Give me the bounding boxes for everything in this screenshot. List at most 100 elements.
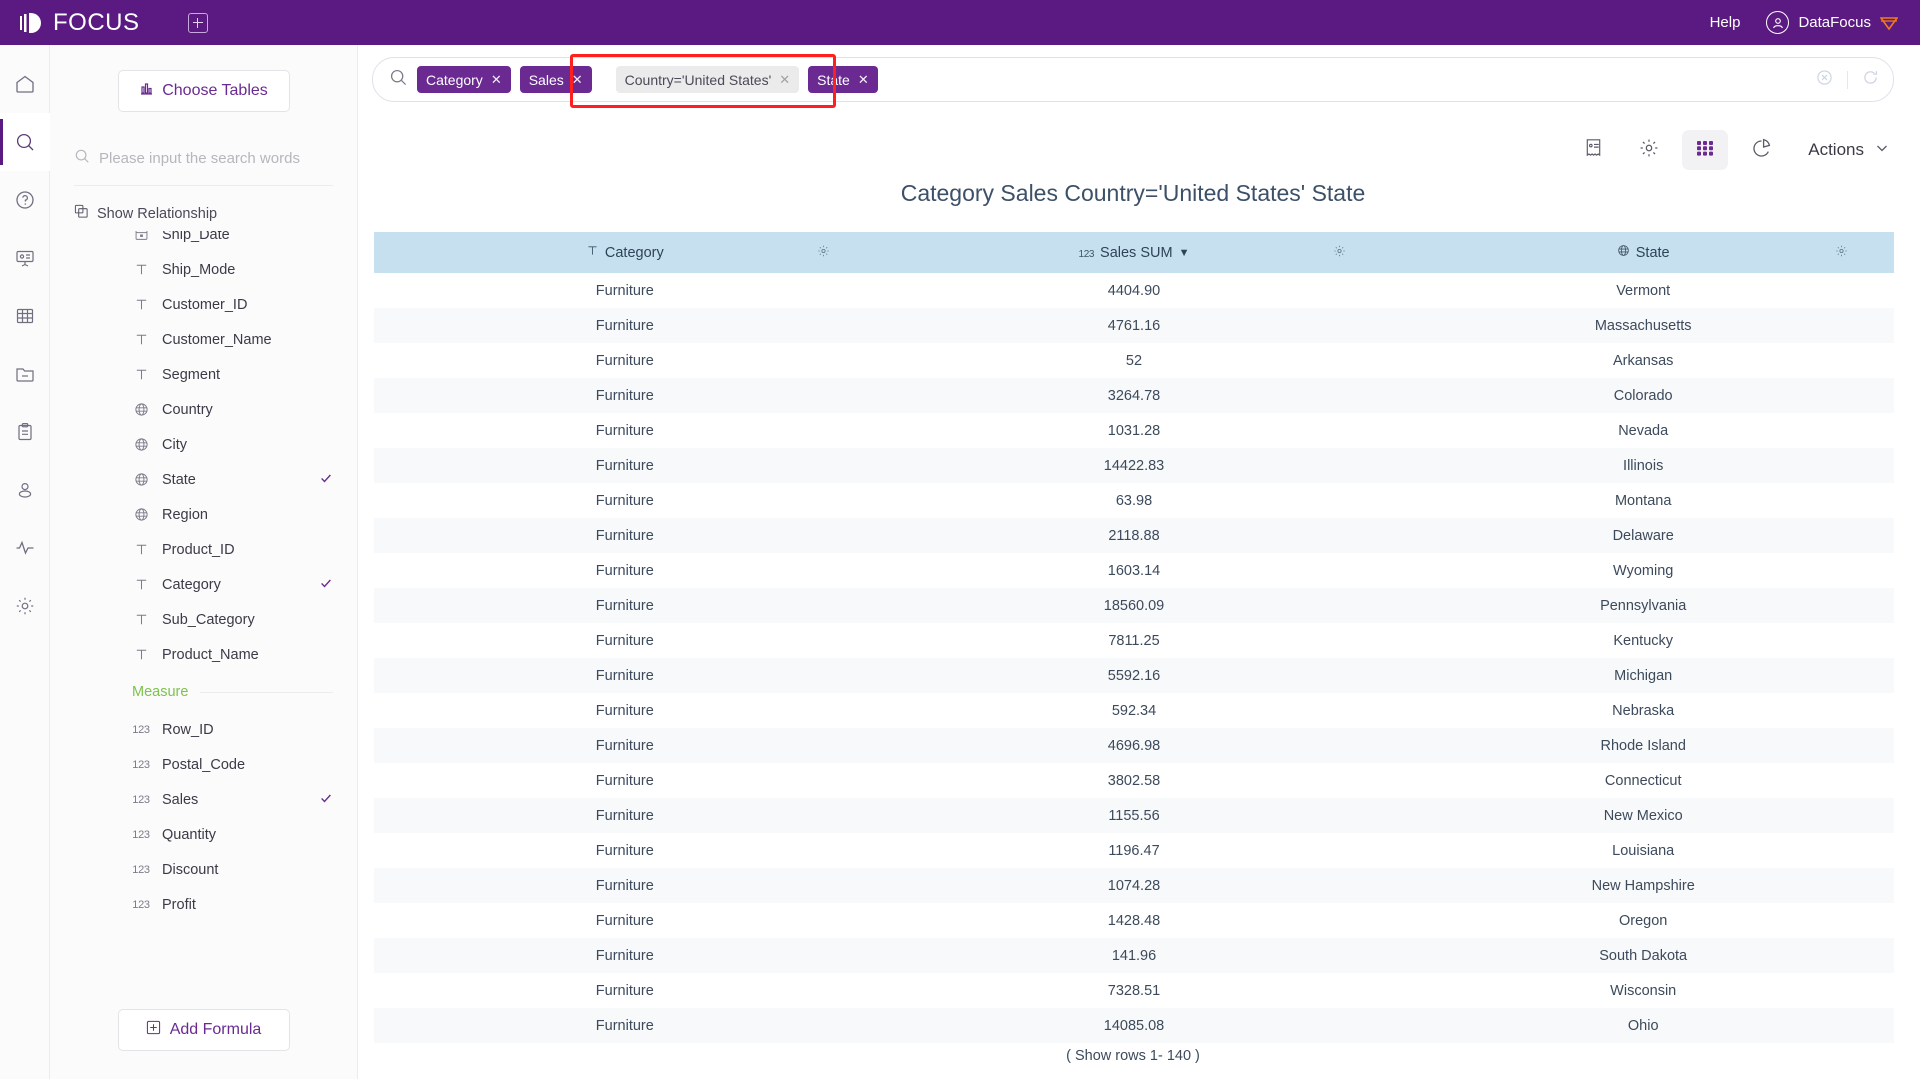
column-settings-icon[interactable] (817, 244, 830, 261)
column-settings-icon[interactable] (1333, 244, 1346, 261)
formula-view-button[interactable] (1570, 130, 1616, 170)
table-cell-sales-sum: 7328.51 (1107, 982, 1161, 999)
table-row[interactable]: Furniture 1031.28 Nevada (374, 413, 1894, 448)
user-menu[interactable]: DataFocus (1766, 11, 1899, 34)
result-table-wrap[interactable]: Category 123 Sales SUM ▼ State Furniture 4404… (374, 232, 1894, 1043)
selected-check-icon (319, 471, 333, 488)
field-item-row_id[interactable]: 123 Row_ID (50, 712, 357, 747)
table-row[interactable]: Furniture 3264.78 Colorado (374, 378, 1894, 413)
field-item-sales[interactable]: 123 Sales (50, 782, 357, 817)
table-row[interactable]: Furniture 4696.98 Rhode Island (374, 728, 1894, 763)
table-cell-state: Kentucky (1613, 632, 1674, 649)
table-row[interactable]: Furniture 5592.16 Michigan (374, 658, 1894, 693)
rail-item-user[interactable] (0, 461, 50, 519)
sort-desc-icon[interactable]: ▼ (1179, 247, 1190, 259)
number-type-icon: 123 (132, 758, 150, 771)
field-item-product_id[interactable]: Product_ID (50, 532, 357, 567)
table-row[interactable]: Furniture 14085.08 Ohio (374, 1008, 1894, 1043)
table-row[interactable]: Furniture 7328.51 Wisconsin (374, 973, 1894, 1008)
search-chip-state[interactable]: State ✕ (808, 66, 878, 93)
field-item-state[interactable]: State (50, 462, 357, 497)
brand-name: FOCUS (53, 8, 140, 36)
table-cell-category: Furniture (595, 597, 654, 614)
table-row[interactable]: Furniture 1074.28 New Hampshire (374, 868, 1894, 903)
actions-dropdown[interactable]: Actions (1808, 140, 1890, 161)
rail-item-presentation[interactable] (0, 229, 50, 287)
column-settings-icon[interactable] (1835, 244, 1848, 261)
search-chip-country-united-states[interactable]: Country='United States' ✕ (615, 66, 800, 93)
table-row[interactable]: Furniture 4761.16 Massachusetts (374, 308, 1894, 343)
rail-item-clipboard[interactable] (0, 403, 50, 461)
field-item-postal_code[interactable]: 123 Postal_Code (50, 747, 357, 782)
panel-search-input[interactable] (99, 150, 333, 167)
field-item-customer_id[interactable]: Customer_ID (50, 287, 357, 322)
field-list[interactable]: Ship_Date Ship_Mode Customer_ID Customer_Na… (50, 231, 357, 1009)
show-relationship-button[interactable]: Show Relationship (74, 204, 333, 223)
number-type-icon: 123 (132, 828, 150, 841)
table-cell-state: Louisiana (1612, 842, 1675, 859)
rail-item-activity[interactable] (0, 519, 50, 577)
chip-remove-icon[interactable]: ✕ (572, 72, 583, 88)
field-item-ship_mode[interactable]: Ship_Mode (50, 252, 357, 287)
avatar (1766, 11, 1790, 34)
rail-item-settings[interactable] (0, 577, 50, 635)
plus-square-icon (146, 1020, 161, 1040)
rail-item-search[interactable] (0, 113, 50, 171)
field-item-profit[interactable]: 123 Profit (50, 887, 357, 922)
chip-remove-icon[interactable]: ✕ (491, 72, 502, 88)
field-item-city[interactable]: City (50, 427, 357, 462)
table-row[interactable]: Furniture 3802.58 Connecticut (374, 763, 1894, 798)
table-row[interactable]: Furniture 141.96 South Dakota (374, 938, 1894, 973)
table-cell-sales-sum: 1196.47 (1108, 842, 1160, 859)
refresh-icon[interactable] (1862, 69, 1879, 91)
field-item-discount[interactable]: 123 Discount (50, 852, 357, 887)
plus-square-icon[interactable] (187, 12, 208, 33)
help-link[interactable]: Help (1710, 14, 1741, 31)
viz-settings-button[interactable] (1626, 130, 1672, 170)
add-formula-button[interactable]: Add Formula (117, 1009, 290, 1051)
table-cell-state: Massachusetts (1594, 317, 1692, 334)
table-row[interactable]: Furniture 18560.09 Pennsylvania (374, 588, 1894, 623)
field-item-sub_category[interactable]: Sub_Category (50, 602, 357, 637)
brand-logo-area[interactable]: FOCUS (18, 9, 140, 37)
field-item-quantity[interactable]: 123 Quantity (50, 817, 357, 852)
field-item-category[interactable]: Category (50, 567, 357, 602)
table-row[interactable]: Furniture 1196.47 Louisiana (374, 833, 1894, 868)
column-header-category[interactable]: Category (374, 232, 876, 273)
chip-remove-icon[interactable]: ✕ (858, 72, 869, 88)
search-chip-category[interactable]: Category ✕ (417, 66, 511, 93)
choose-tables-button[interactable]: Choose Tables (117, 70, 290, 112)
chip-remove-icon[interactable]: ✕ (779, 72, 790, 88)
field-item-region[interactable]: Region (50, 497, 357, 532)
table-cell-sales-sum: 2118.88 (1108, 527, 1160, 544)
column-header-sales-sum[interactable]: 123 Sales SUM ▼ (875, 232, 1393, 273)
table-row[interactable]: Furniture 4404.90 Vermont (374, 273, 1894, 308)
field-item-ship_date[interactable]: Ship_Date (50, 231, 357, 252)
table-row[interactable]: Furniture 14422.83 Illinois (374, 448, 1894, 483)
table-row[interactable]: Furniture 1603.14 Wyoming (374, 553, 1894, 588)
table-row[interactable]: Furniture 7811.25 Kentucky (374, 623, 1894, 658)
field-item-product_name[interactable]: Product_Name (50, 637, 357, 672)
table-row[interactable]: Furniture 63.98 Montana (374, 483, 1894, 518)
table-row[interactable]: Furniture 2118.88 Delaware (374, 518, 1894, 553)
field-label: Country (162, 401, 213, 418)
field-item-country[interactable]: Country (50, 392, 357, 427)
query-search-bar[interactable]: Category ✕ Sales ✕ Country='United States' ✕ S… (372, 57, 1894, 102)
table-view-button[interactable] (1682, 130, 1729, 170)
search-chip-sales[interactable]: Sales ✕ (519, 66, 592, 93)
rail-item-home[interactable] (0, 55, 50, 113)
table-cell-sales-sum: 1428.48 (1107, 912, 1161, 929)
column-header-state[interactable]: State (1392, 232, 1894, 273)
clear-circle-icon[interactable] (1816, 69, 1833, 91)
table-row[interactable]: Furniture 1155.56 New Mexico (374, 798, 1894, 833)
table-row[interactable]: Furniture 1428.48 Oregon (374, 903, 1894, 938)
chart-view-button[interactable] (1738, 130, 1784, 170)
rail-item-folder[interactable] (0, 345, 50, 403)
field-item-customer_name[interactable]: Customer_Name (50, 322, 357, 357)
field-item-segment[interactable]: Segment (50, 357, 357, 392)
rail-item-tables[interactable] (0, 287, 50, 345)
table-row[interactable]: Furniture 52 Arkansas (374, 343, 1894, 378)
table-row[interactable]: Furniture 592.34 Nebraska (374, 693, 1894, 728)
panel-search-row[interactable] (74, 148, 333, 185)
rail-item-help[interactable] (0, 171, 50, 229)
